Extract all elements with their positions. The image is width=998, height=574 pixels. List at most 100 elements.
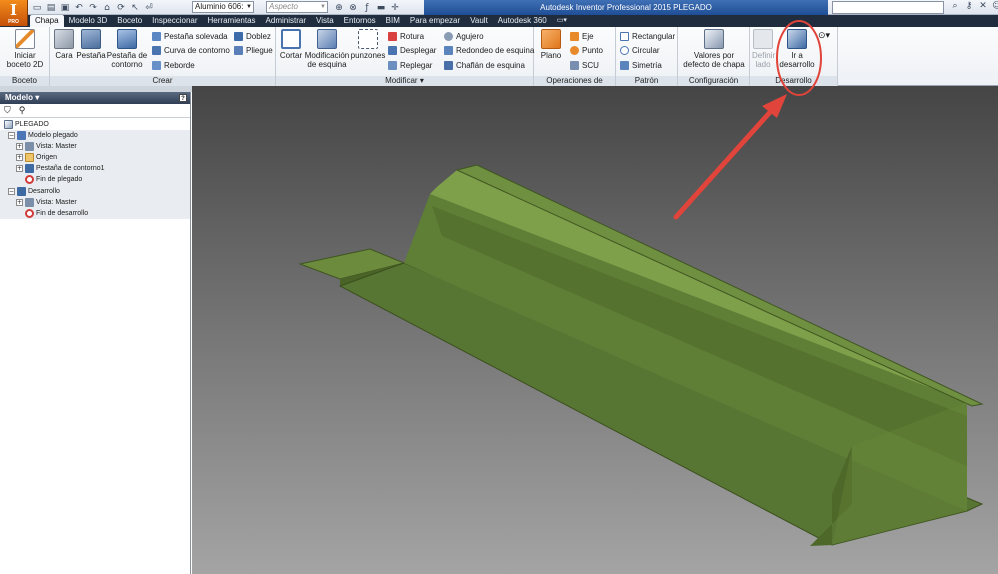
replegar-button[interactable]: Replegar xyxy=(388,59,432,71)
find-icon[interactable]: ⚲ xyxy=(19,106,26,116)
browser-title: Modelo xyxy=(5,93,33,102)
doblez-button[interactable]: Doblez xyxy=(234,30,271,42)
circular-button[interactable]: Circular xyxy=(620,44,660,56)
cara-button[interactable]: Cara xyxy=(53,29,75,60)
expand-node-icon[interactable]: + xyxy=(16,165,23,172)
save-icon[interactable]: ▣ xyxy=(60,3,70,13)
pestana-label: Pestaña xyxy=(76,51,106,60)
tab-para-empezar[interactable]: Para empezar xyxy=(405,15,465,27)
tab-herramientas[interactable]: Herramientas xyxy=(203,15,261,27)
tab-entornos[interactable]: Entornos xyxy=(339,15,381,27)
tab-modelo-3d[interactable]: Modelo 3D xyxy=(64,15,113,27)
scu-button[interactable]: SCU xyxy=(570,59,599,71)
tree-item-fin-plegado[interactable]: Fin de plegado xyxy=(25,174,82,185)
tree-item-origen[interactable]: + Origen xyxy=(16,152,57,163)
agujero-button[interactable]: Agujero xyxy=(444,30,484,42)
mod-esquina-button[interactable]: Modificación de esquina xyxy=(304,29,350,69)
help-icon[interactable]: ? xyxy=(179,94,187,102)
tree-item-desarrollo[interactable]: − Desarrollo xyxy=(8,186,60,197)
desplegar-label: Desplegar xyxy=(400,45,437,55)
tab-vault[interactable]: Vault xyxy=(465,15,493,27)
app-logo-letter: I xyxy=(9,1,18,19)
tree-label: Fin de desarrollo xyxy=(36,210,89,217)
collapse-icon[interactable]: − xyxy=(8,132,15,139)
go-to-flat-pattern-button[interactable]: Ir a desarrollo xyxy=(778,29,816,69)
desplegar-button[interactable]: Desplegar xyxy=(388,44,436,56)
material-select[interactable]: Aluminio 606: ▼ xyxy=(192,1,254,13)
graphics-window[interactable] xyxy=(192,86,998,574)
panel-label-modificar[interactable]: Modificar ▾ xyxy=(276,76,533,86)
pestana-solevada-button[interactable]: Pestaña solevada xyxy=(152,30,228,42)
expand-icon[interactable]: ⊙▾ xyxy=(818,29,830,41)
line-color-icon[interactable]: ▬ xyxy=(376,3,386,13)
contour-flange-feature-icon xyxy=(25,164,34,173)
expand-node-icon[interactable]: + xyxy=(16,143,23,150)
rotura-button[interactable]: Rotura xyxy=(388,30,424,42)
pestana-contorno-button[interactable]: Pestaña de contorno xyxy=(106,29,148,69)
user-icon[interactable]: ☺ xyxy=(992,1,998,11)
select-icon[interactable]: ↖ xyxy=(130,3,140,13)
browser-header[interactable]: Modelo ▾ ? xyxy=(0,92,190,104)
tab-autodesk-360[interactable]: Autodesk 360 xyxy=(493,15,552,27)
sheet-metal-part[interactable] xyxy=(192,86,998,574)
bend-icon xyxy=(234,31,243,41)
new-file-icon[interactable]: ▭ xyxy=(32,3,42,13)
return-icon[interactable]: ⏎ xyxy=(144,3,154,13)
punzones-button[interactable]: punzones xyxy=(350,29,386,60)
tab-administrar[interactable]: Administrar xyxy=(261,15,311,27)
pestana-solevada-label: Pestaña solevada xyxy=(164,31,228,41)
part-icon xyxy=(4,120,13,129)
eje-button[interactable]: Eje xyxy=(570,30,594,42)
chaflan-button[interactable]: Chaflán de esquina xyxy=(444,59,525,71)
update-icon[interactable]: ⟳ xyxy=(116,3,126,13)
reborde-button[interactable]: Reborde xyxy=(152,59,195,71)
exchange-icon[interactable]: ✕ xyxy=(978,1,988,11)
key-icon[interactable]: ⚷ xyxy=(964,1,974,11)
fx-icon[interactable]: ƒ xyxy=(362,3,372,13)
help-search-input[interactable] xyxy=(832,1,944,14)
ribbon-minimize-icon[interactable]: ▭▾ xyxy=(552,15,572,27)
expand-node-icon[interactable]: + xyxy=(16,154,23,161)
punto-button[interactable]: Punto xyxy=(570,44,603,56)
pestana-button[interactable]: Pestaña xyxy=(76,29,106,60)
undo-icon[interactable]: ↶ xyxy=(74,3,84,13)
tab-bim[interactable]: BIM xyxy=(381,15,405,27)
simetria-button[interactable]: Simetría xyxy=(620,59,662,71)
tree-item-modelo-plegado[interactable]: − Modelo plegado xyxy=(8,130,78,141)
curva-contorno-button[interactable]: Curva de contorno xyxy=(152,44,230,56)
tree-root[interactable]: PLEGADO xyxy=(4,119,49,130)
modificar-label-text: Modificar xyxy=(385,76,418,85)
tab-chapa[interactable]: Chapa xyxy=(30,15,64,27)
appearance-select[interactable]: Aspecto ▼ xyxy=(266,1,328,13)
search-icon[interactable]: ⌕ xyxy=(950,1,960,11)
open-file-icon[interactable]: ▤ xyxy=(46,3,56,13)
crosshair-icon[interactable]: ✛ xyxy=(390,3,400,13)
filter-icon[interactable]: ⛉ xyxy=(4,106,11,116)
rectangular-button[interactable]: Rectangular xyxy=(620,30,675,42)
tab-inspeccionar[interactable]: Inspeccionar xyxy=(147,15,202,27)
tab-boceto[interactable]: Boceto xyxy=(112,15,147,27)
application-menu-button[interactable]: I PRO xyxy=(0,0,28,26)
measure-icon[interactable]: ⊕ xyxy=(334,3,344,13)
panel-crear: Cara Pestaña Pestaña de contorno Pestaña… xyxy=(50,27,276,86)
collapse-icon[interactable]: − xyxy=(8,188,15,195)
plano-button[interactable]: Plano xyxy=(537,29,565,60)
sketch-icon xyxy=(15,29,35,49)
redondeo-button[interactable]: Redondeo de esquina xyxy=(444,44,534,56)
redo-icon[interactable]: ↷ xyxy=(88,3,98,13)
tab-vista[interactable]: Vista xyxy=(311,15,339,27)
tree-item-fin-desarrollo[interactable]: Fin de desarrollo xyxy=(25,208,88,219)
tree-item-vista-master-2[interactable]: + Vista: Master xyxy=(16,197,77,208)
tree-item-vista-master[interactable]: + Vista: Master xyxy=(16,141,77,152)
cortar-button[interactable]: Cortar xyxy=(278,29,304,60)
sheet-defaults-button[interactable]: Valores por defecto de chapa xyxy=(680,29,748,69)
expand-node-icon[interactable]: + xyxy=(16,199,23,206)
start-sketch-button[interactable]: Iniciar boceto 2D xyxy=(4,29,46,69)
pliegue-button[interactable]: Pliegue xyxy=(234,44,273,56)
define-side-button[interactable]: Definir lado xyxy=(752,29,775,69)
folded-model-icon xyxy=(17,131,26,140)
browser-toolbar: ⛉ ⚲ xyxy=(0,104,190,118)
tree-item-pestana-contorno[interactable]: + Pestaña de contorno1 xyxy=(16,163,105,174)
inspect-icon[interactable]: ⊗ xyxy=(348,3,358,13)
home-icon[interactable]: ⌂ xyxy=(102,3,112,13)
